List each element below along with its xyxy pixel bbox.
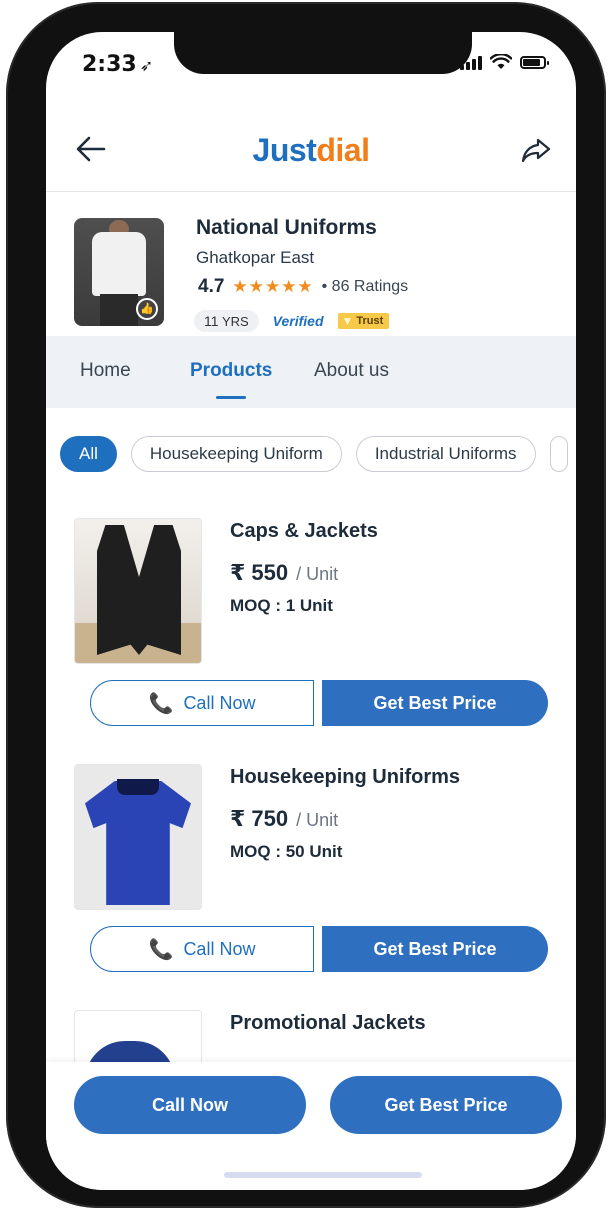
phone-frame: 2:33 ➶ Justdial 👍 National Uniforms Ghat… [6,2,606,1208]
logo-dial: dial [316,132,370,168]
status-time: 2:33 ➶ [82,52,153,77]
category-chips: All Housekeeping Uniform Industrial Unif… [60,436,568,472]
rating-value: 4.7 [198,276,225,297]
tab-products[interactable]: Products [190,360,272,382]
trust-badge: ▼ Trust [337,313,390,329]
phone-icon: 📞 [148,937,174,961]
verified-badge: Verified [272,313,324,329]
years-number: 11 [204,313,219,329]
years-badge: 11 YRS [194,310,259,332]
get-best-price-button[interactable]: Get Best Price [322,680,548,726]
tab-home[interactable]: Home [80,360,131,382]
bottom-action-bar: Call Now Get Best Price [46,1062,576,1190]
business-badges: 11 YRS Verified ▼ Trust [194,310,390,332]
call-now-label: Call Now [183,692,256,713]
time-text: 2:33 [82,52,137,77]
call-now-button[interactable]: 📞 Call Now [90,926,314,972]
home-indicator[interactable] [224,1172,422,1178]
product-image-vest[interactable] [74,518,202,664]
battery-icon [520,55,549,69]
get-best-price-button[interactable]: Get Best Price [322,926,548,972]
product-title[interactable]: Promotional Jackets [230,1012,426,1035]
trust-shield-icon: ▼ [341,314,354,328]
tabs-bar: Home Products About us [46,336,576,408]
tab-about-us[interactable]: About us [314,360,389,382]
product-moq: MOQ : 1 Unit [230,596,333,615]
call-now-button[interactable]: 📞 Call Now [90,680,314,726]
location-arrow-icon: ➶ [139,56,154,75]
bottom-get-best-price-button[interactable]: Get Best Price [330,1076,562,1134]
thumbs-up-icon: 👍 [136,298,158,320]
star-rating-icon: ★★★★★ [232,277,314,297]
chip-more[interactable] [549,436,568,472]
product-title[interactable]: Caps & Jackets [230,520,378,543]
justdial-logo: Justdial [46,132,576,169]
app-screen: 2:33 ➶ Justdial 👍 National Uniforms Ghat… [46,32,576,1190]
product-price: ₹ 750 / Unit [230,806,338,832]
app-header: Justdial [46,106,576,192]
price-unit: / Unit [296,810,339,830]
product-price: ₹ 550 / Unit [230,560,338,586]
price-value: ₹ 750 [230,806,289,831]
product-image-shirt[interactable] [74,764,202,910]
ratings-count: • 86 Ratings [321,278,409,295]
business-location: Ghatkopar East [196,248,315,267]
status-icons [460,54,549,70]
business-name: National Uniforms [196,216,377,239]
chip-all[interactable]: All [60,436,117,472]
business-photo[interactable]: 👍 [74,218,164,326]
phone-notch [174,30,472,74]
product-moq: MOQ : 50 Unit [230,842,343,861]
years-label: YRS [221,314,249,329]
call-now-label: Call Now [183,938,256,959]
share-icon[interactable] [520,134,552,166]
logo-just: Just [252,132,317,168]
product-title[interactable]: Housekeeping Uniforms [230,766,460,789]
active-tab-indicator [216,396,246,399]
wifi-icon [490,54,512,69]
price-value: ₹ 550 [230,560,289,585]
price-unit: / Unit [296,564,339,584]
chip-housekeeping-uniform[interactable]: Housekeeping Uniform [130,436,342,472]
chip-industrial-uniforms[interactable]: Industrial Uniforms [355,436,536,472]
trust-label: Trust [356,315,384,327]
rating-row[interactable]: 4.7 ★★★★★ • 86 Ratings [198,276,408,298]
phone-icon: 📞 [148,691,174,715]
bottom-call-now-button[interactable]: Call Now [74,1076,306,1134]
